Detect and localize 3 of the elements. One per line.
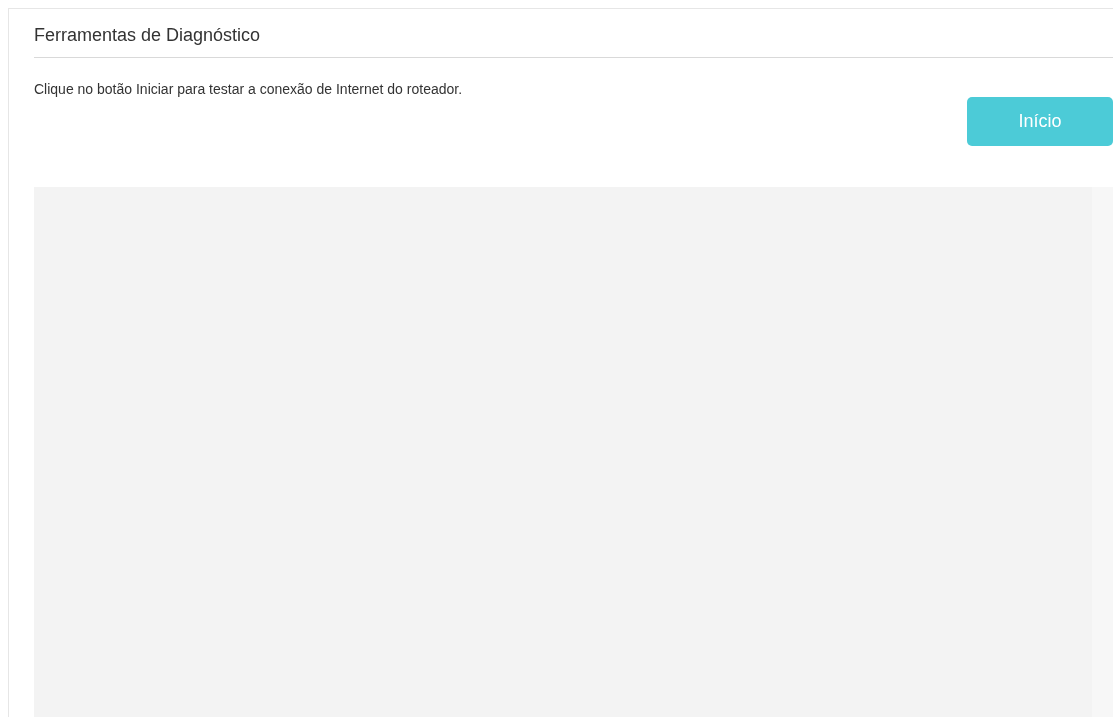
start-button[interactable]: Início	[967, 97, 1113, 146]
instruction-text: Clique no botão Iniciar para testar a conexão de Internet do roteador.	[34, 80, 464, 98]
section-title: Ferramentas de Diagnóstico	[34, 24, 262, 47]
